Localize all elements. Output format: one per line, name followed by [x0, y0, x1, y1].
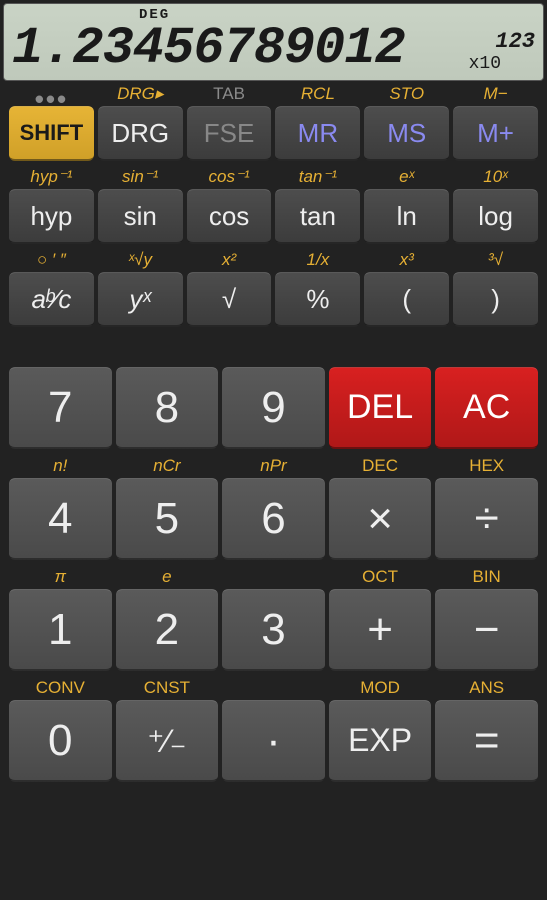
secondary-row-4: [0, 345, 547, 365]
sec-sin-inv: sin⁻¹: [98, 167, 183, 187]
sec-npr: nPr: [222, 456, 325, 476]
digit-6-button[interactable]: 6: [222, 478, 325, 560]
fse-button[interactable]: FSE: [187, 106, 272, 161]
sec-oct: OCT: [329, 567, 432, 587]
multiply-button[interactable]: ×: [329, 478, 432, 560]
secondary-row-7: CONV CNST MOD ANS: [0, 678, 547, 698]
sec-e-x: eˣ: [364, 167, 449, 187]
equals-button[interactable]: =: [435, 700, 538, 782]
sec-ten-x: 10ˣ: [453, 167, 538, 187]
sign-toggle-button[interactable]: ⁺⁄₋: [116, 700, 219, 782]
tan-button[interactable]: tan: [275, 189, 360, 244]
secondary-row-3: ○ ′ ″ ˣ√y x² 1/x x³ ³√: [0, 250, 547, 270]
display-main-value: 1.23456789012: [12, 19, 405, 78]
calculator: DEG 1.23456789012 x10 123 ••• DRG▸ TAB R…: [0, 0, 547, 900]
all-clear-button[interactable]: AC: [435, 367, 538, 449]
fraction-button[interactable]: aᵇ⁄c: [9, 272, 94, 327]
secondary-row-5: n! nCr nPr DEC HEX: [0, 456, 547, 476]
sec-x-squared: x²: [187, 250, 272, 270]
digit-0-button[interactable]: 0: [9, 700, 112, 782]
sec-n-factorial: n!: [9, 456, 112, 476]
open-paren-button[interactable]: (: [364, 272, 449, 327]
ln-button[interactable]: ln: [364, 189, 449, 244]
sec-ans: ANS: [435, 678, 538, 698]
exp-button[interactable]: EXP: [329, 700, 432, 782]
sec-drg-cycle: DRG▸: [98, 84, 183, 104]
add-button[interactable]: +: [329, 589, 432, 671]
cos-button[interactable]: cos: [187, 189, 272, 244]
sec-hyp-inv: hyp⁻¹: [9, 167, 94, 187]
lcd-display: DEG 1.23456789012 x10 123: [3, 3, 544, 81]
sec-mod: MOD: [329, 678, 432, 698]
log-button[interactable]: log: [453, 189, 538, 244]
mr-button[interactable]: MR: [275, 106, 360, 161]
sec-tab: TAB: [187, 84, 272, 104]
digit-3-button[interactable]: 3: [222, 589, 325, 671]
decimal-point-button[interactable]: ·: [222, 700, 325, 782]
sec-x-root-y: ˣ√y: [98, 250, 183, 270]
digit-9-button[interactable]: 9: [222, 367, 325, 449]
divide-button[interactable]: ÷: [435, 478, 538, 560]
sqrt-button[interactable]: √: [187, 272, 272, 327]
secondary-row-6: π e OCT BIN: [0, 567, 547, 587]
digit-1-button[interactable]: 1: [9, 589, 112, 671]
sin-button[interactable]: sin: [98, 189, 183, 244]
y-pow-x-button[interactable]: yˣ: [98, 272, 183, 327]
close-paren-button[interactable]: ): [453, 272, 538, 327]
subtract-button[interactable]: −: [435, 589, 538, 671]
digit-8-button[interactable]: 8: [116, 367, 219, 449]
menu-icon: •••: [9, 84, 94, 104]
sec-cos-inv: cos⁻¹: [187, 167, 272, 187]
digit-5-button[interactable]: 5: [116, 478, 219, 560]
sec-conv: CONV: [9, 678, 112, 698]
display-exponent: 123: [495, 29, 535, 54]
sec-ncr: nCr: [116, 456, 219, 476]
percent-button[interactable]: %: [275, 272, 360, 327]
sec-e: e: [116, 567, 219, 587]
sec-sto: STO: [364, 84, 449, 104]
sec-pi: π: [9, 567, 112, 587]
sec-dms: ○ ′ ″: [9, 250, 94, 270]
secondary-row-2: hyp⁻¹ sin⁻¹ cos⁻¹ tan⁻¹ eˣ 10ˣ: [0, 167, 547, 187]
m-plus-button[interactable]: M+: [453, 106, 538, 161]
digit-4-button[interactable]: 4: [9, 478, 112, 560]
digit-7-button[interactable]: 7: [9, 367, 112, 449]
secondary-row-1: ••• DRG▸ TAB RCL STO M−: [0, 84, 547, 104]
display-exp-label: x10: [469, 54, 501, 74]
digit-2-button[interactable]: 2: [116, 589, 219, 671]
shift-button[interactable]: SHIFT: [9, 106, 94, 161]
drg-button[interactable]: DRG: [98, 106, 183, 161]
sec-cube-root: ³√: [453, 250, 538, 270]
hyp-button[interactable]: hyp: [9, 189, 94, 244]
ms-button[interactable]: MS: [364, 106, 449, 161]
sec-tan-inv: tan⁻¹: [275, 167, 360, 187]
sec-dec: DEC: [329, 456, 432, 476]
sec-reciprocal: 1/x: [275, 250, 360, 270]
sec-bin: BIN: [435, 567, 538, 587]
sec-m-minus: M−: [453, 84, 538, 104]
sec-hex: HEX: [435, 456, 538, 476]
sec-x-cubed: x³: [364, 250, 449, 270]
sec-rcl: RCL: [275, 84, 360, 104]
delete-button[interactable]: DEL: [329, 367, 432, 449]
sec-cnst: CNST: [116, 678, 219, 698]
